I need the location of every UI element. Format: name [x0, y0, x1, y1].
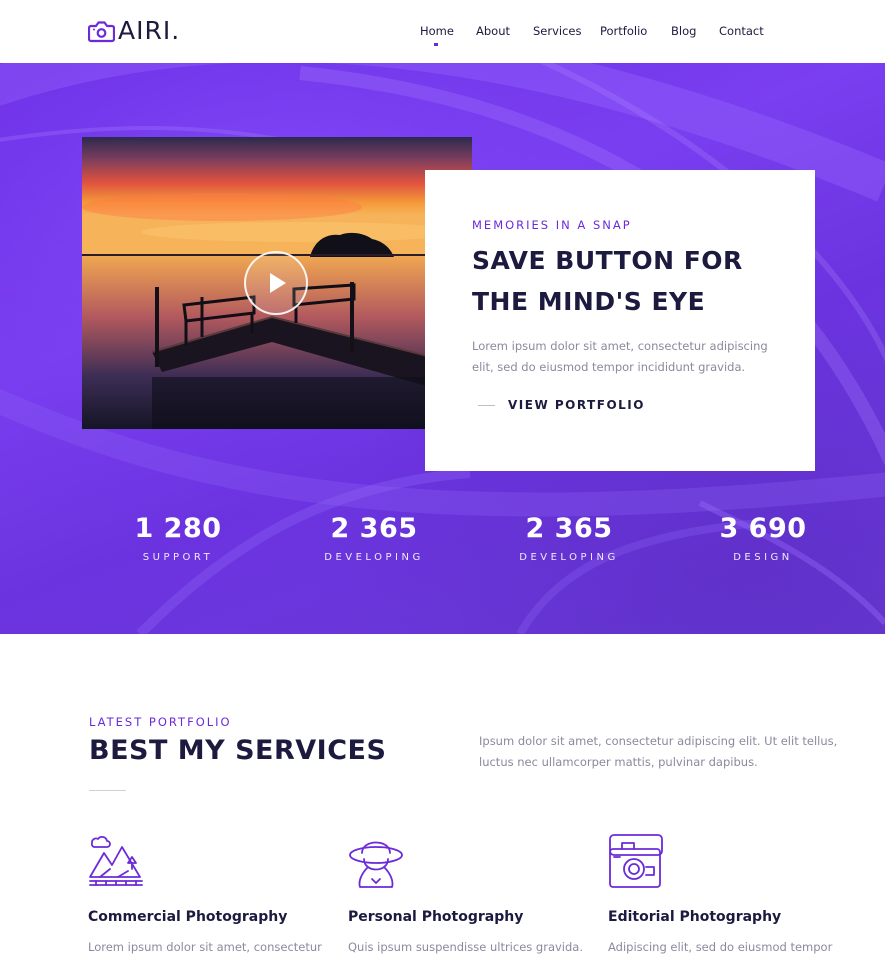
hero-description: Lorem ipsum dolor sit amet, consectetur … [472, 339, 768, 374]
service-card-personal[interactable]: Personal Photography Quis ipsum suspendi… [348, 833, 598, 954]
stat-developing: 2 365 DEVELOPING [294, 513, 454, 563]
stat-developing-2: 2 365 DEVELOPING [489, 513, 649, 563]
nav-about[interactable]: About [476, 24, 510, 38]
service-text: Adipiscing elit, sed do eiusmod tempor [608, 940, 833, 954]
nav-services[interactable]: Services [533, 24, 582, 38]
nav-active-indicator [434, 43, 438, 46]
woman-hat-icon [349, 841, 403, 888]
services-divider [89, 790, 126, 791]
service-title: Editorial Photography [608, 909, 782, 925]
main-nav: Home About Services Portfolio Blog Conta… [0, 24, 885, 46]
play-icon [270, 273, 286, 293]
nav-contact[interactable]: Contact [719, 24, 764, 38]
view-portfolio-label: VIEW PORTFOLIO [508, 398, 645, 412]
nav-home[interactable]: Home [420, 24, 454, 38]
hero-text-card: MEMORIES IN A SNAP SAVE BUTTON FOR THE M… [425, 170, 815, 471]
view-portfolio-link[interactable]: VIEW PORTFOLIO [478, 398, 645, 412]
service-title: Personal Photography [348, 909, 524, 925]
link-line-decoration [478, 404, 495, 406]
services-description: Ipsum dolor sit amet, consectetur adipis… [479, 734, 838, 769]
stat-label: DEVELOPING [519, 552, 619, 563]
hero-title: SAVE BUTTON FOR THE MIND'S EYE [472, 246, 743, 316]
video-thumbnail[interactable] [82, 137, 472, 429]
mountain-landscape-icon [89, 836, 143, 886]
stat-value: 3 690 [719, 513, 807, 544]
stat-support: 1 280 SUPPORT [98, 513, 258, 563]
play-button[interactable] [244, 251, 308, 315]
retro-camera-icon [609, 834, 663, 888]
site-header: AIRI. Home About Services Portfolio Blog… [0, 0, 885, 63]
stat-value: 2 365 [525, 513, 613, 544]
services-title: BEST MY SERVICES [89, 735, 387, 766]
stat-label: DESIGN [733, 552, 793, 563]
stat-value: 1 280 [134, 513, 222, 544]
service-text: Quis ipsum suspendisse ultrices gravida. [348, 940, 583, 954]
stat-design: 3 690 DESIGN [683, 513, 843, 563]
nav-portfolio[interactable]: Portfolio [600, 24, 647, 38]
stat-label: SUPPORT [142, 552, 214, 563]
nav-blog[interactable]: Blog [671, 24, 696, 38]
services-eyebrow: LATEST PORTFOLIO [89, 715, 232, 729]
stat-label: DEVELOPING [324, 552, 424, 563]
service-card-commercial[interactable]: Commercial Photography Lorem ipsum dolor… [88, 833, 338, 954]
stat-value: 2 365 [330, 513, 418, 544]
service-title: Commercial Photography [88, 909, 288, 925]
service-card-editorial[interactable]: Editorial Photography Adipiscing elit, s… [608, 833, 858, 954]
service-text: Lorem ipsum dolor sit amet, consectetur [88, 940, 322, 954]
hero-section: MEMORIES IN A SNAP SAVE BUTTON FOR THE M… [0, 63, 885, 634]
hero-eyebrow: MEMORIES IN A SNAP [472, 218, 632, 232]
